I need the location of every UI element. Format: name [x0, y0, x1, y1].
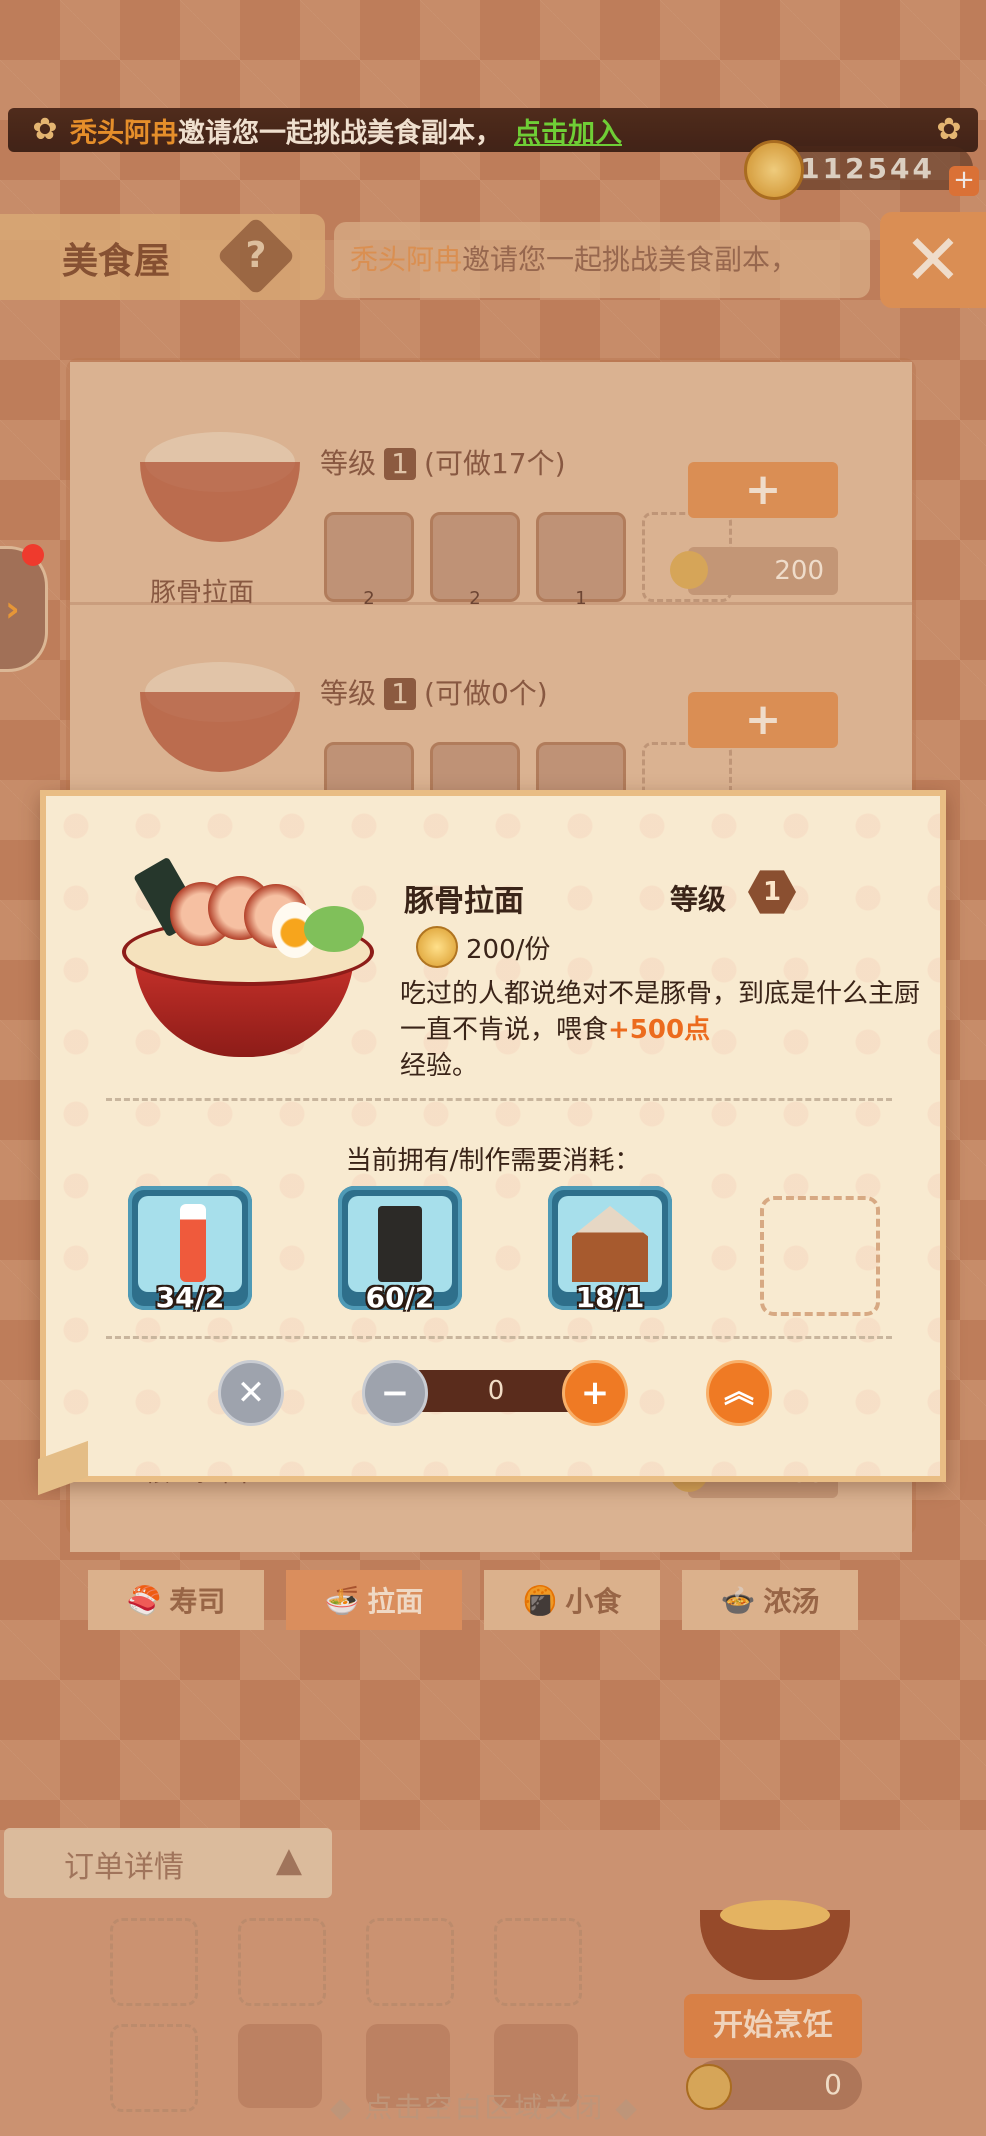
ingredient-count: 18/1: [575, 1281, 645, 1314]
increase-button[interactable]: +: [562, 1360, 628, 1426]
ingredient-seaweed[interactable]: 60/2: [338, 1186, 462, 1314]
dish-name: 豚骨拉面: [404, 884, 524, 919]
divider: [106, 1336, 892, 1339]
gold-coin-icon: [416, 926, 458, 968]
ingredient-shrimp[interactable]: 34/2: [128, 1186, 252, 1314]
cancel-button[interactable]: ✕: [218, 1360, 284, 1426]
exp-bonus: +500点: [608, 1015, 711, 1045]
ingredient-rice-sack[interactable]: 18/1: [548, 1186, 672, 1314]
quantity-controls: ✕ 0 − + ︽: [46, 1356, 940, 1426]
dish-description: 吃过的人都说绝对不是豚骨，到底是什么主厨一直不肯说，喂食+500点 经验。: [400, 976, 920, 1084]
description-text: 经验。: [400, 1051, 479, 1081]
ingredient-count: 60/2: [365, 1281, 435, 1314]
rice-sack-icon: [572, 1206, 648, 1282]
ingredient-count: 34/2: [155, 1281, 225, 1314]
divider: [106, 1098, 892, 1101]
max-quantity-button[interactable]: ︽: [706, 1360, 772, 1426]
decrease-button[interactable]: −: [362, 1360, 428, 1426]
dish-price: 200/份: [416, 926, 550, 968]
level-badge: 1: [748, 870, 796, 914]
recipe-detail-modal: 豚骨拉面 等级 1 200/份 吃过的人都说绝对不是豚骨，到底是什么主厨一直不肯…: [38, 790, 946, 1496]
seaweed-icon: [378, 1206, 422, 1282]
level-label: 等级: [670, 883, 727, 916]
dish-price-value: 200/份: [466, 934, 551, 965]
tonkotsu-ramen-icon: [104, 842, 384, 1072]
shrimp-icon: [180, 1204, 206, 1282]
requirement-label: 当前拥有/制作需要消耗：: [345, 1146, 641, 1176]
empty-ingredient-slot: [760, 1196, 880, 1316]
